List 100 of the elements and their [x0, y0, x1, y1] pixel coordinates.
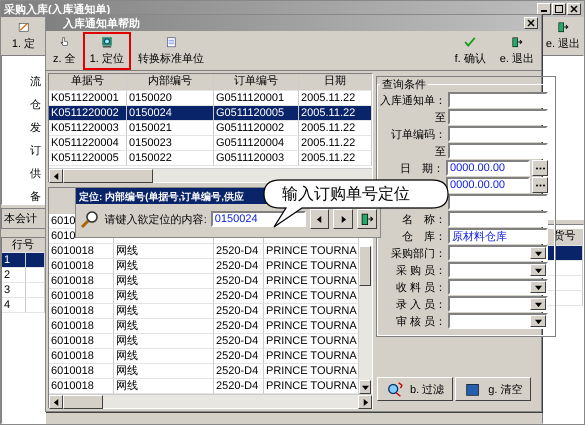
door-exit-icon — [360, 212, 374, 226]
toolbar-button[interactable]: f. 确认 — [448, 32, 493, 70]
minimize-button[interactable] — [537, 3, 551, 15]
toolbar-button[interactable]: 转换标准单位 — [130, 32, 211, 70]
table-cell: 6010018 — [49, 304, 114, 319]
down-arrow-icon — [534, 250, 542, 256]
date-picker-button[interactable] — [532, 177, 548, 193]
table-cell: 2520-D4 — [214, 349, 264, 364]
field-label: 收 料 员： — [396, 280, 446, 294]
toolbar-button[interactable]: 1. 定 — [1, 17, 46, 55]
table-cell: 网线 — [114, 319, 214, 334]
table-row[interactable]: K0511220004 0150023 G0511120004 2005.11.22 — [49, 136, 372, 151]
dropdown-field[interactable] — [448, 245, 548, 261]
table-cell: 6010018 — [49, 349, 114, 364]
field-label: 入库通知单： — [380, 94, 446, 108]
close-button[interactable] — [524, 17, 538, 29]
table-cell: 网线 — [114, 379, 214, 394]
table-cell: 2520-D4 — [214, 319, 264, 334]
ellipsis-icon — [536, 166, 544, 170]
form-label: 备 — [30, 190, 41, 204]
toolbar-button[interactable]: 1. 定位 — [82, 32, 131, 70]
date-field[interactable]: 0000.00.00 — [446, 177, 530, 193]
column-header: 内部编号 — [127, 74, 214, 91]
field-label: 日 期： — [400, 162, 444, 176]
table-cell: PRINCE TOURNA — [264, 274, 359, 289]
dropdown-field[interactable] — [448, 313, 548, 329]
table-cell: 2520-D4 — [214, 304, 264, 319]
ellipsis-icon — [536, 184, 544, 186]
maximize-button[interactable] — [552, 3, 566, 15]
scrollbar-thumb[interactable] — [359, 246, 371, 286]
callout-text: 输入订购单号定位 — [282, 184, 410, 205]
column-header: 订单编号 — [214, 74, 299, 91]
table-cell: 6010018 — [49, 259, 114, 274]
date-field[interactable]: 0000.00.00 — [446, 160, 530, 176]
magnifier-arrows-icon — [386, 380, 404, 398]
input-field[interactable] — [448, 92, 548, 108]
table-cell: 2520-D4 — [214, 364, 264, 379]
field-label: 至 — [435, 110, 446, 124]
search-icon — [80, 209, 100, 229]
table-cell: 网线 — [114, 259, 214, 274]
action-button[interactable]: b. 过滤 — [377, 377, 454, 401]
previous-button[interactable] — [310, 209, 330, 229]
close-icon — [527, 19, 535, 27]
table-cell: 网线 — [114, 334, 214, 349]
form-label: 流 — [30, 74, 41, 89]
input-field[interactable] — [448, 126, 548, 142]
table-cell: 2520-D4 — [214, 244, 264, 259]
field-label: 订单编码： — [391, 128, 446, 142]
close-button[interactable] — [567, 3, 581, 15]
horizontal-scrollbar[interactable] — [49, 394, 372, 408]
field-label: 名 称： — [402, 212, 446, 226]
period-tab[interactable]: 本会计 — [1, 208, 46, 229]
down-arrow-icon — [534, 300, 542, 308]
down-arrow-icon — [534, 318, 542, 324]
table-cell: 2520-D4 — [214, 259, 264, 274]
field-label: 仓 库： — [402, 230, 446, 244]
table-cell: PRINCE TOURNA — [264, 334, 359, 349]
scrollbar-thumb[interactable] — [63, 395, 103, 409]
right-arrow-icon — [362, 398, 368, 406]
table-cell: PRINCE TOURNA — [264, 379, 359, 394]
table-row[interactable]: K0511220003 0150021 G0511120002 2005.11.22 — [49, 121, 372, 136]
field-label: 至 — [435, 144, 446, 158]
down-arrow-icon — [534, 284, 542, 290]
right-arrow-icon — [340, 216, 347, 222]
table-cell: 网线 — [114, 364, 214, 379]
toolbar-button[interactable]: e. 退出 — [492, 32, 541, 70]
table-cell: 2520-D4 — [214, 379, 264, 394]
locate-input[interactable]: 0150024 — [210, 211, 306, 227]
left-arrow-icon — [52, 398, 60, 406]
table-row[interactable]: K0511220002 0150024 G0511120005 2005.11.22 — [49, 106, 372, 121]
vertical-scrollbar[interactable] — [359, 246, 372, 394]
table-cell: 2520-D4 — [214, 274, 264, 289]
dropdown-field[interactable] — [448, 279, 548, 295]
dropdown-field[interactable] — [448, 262, 548, 278]
table-row[interactable]: K0511220005 0150022 G0511120003 2005.11.22 — [49, 151, 372, 166]
column-header: 行号 — [2, 238, 45, 253]
table-cell: 2520-D4 — [214, 289, 264, 304]
exit-button[interactable] — [357, 209, 378, 229]
input-field[interactable] — [448, 143, 548, 159]
input-field[interactable]: 原材料仓库 — [448, 228, 548, 244]
next-button[interactable] — [333, 209, 354, 229]
table-cell: 网线 — [114, 274, 214, 289]
table-cell: 网线 — [114, 289, 214, 304]
table-cell: 6010018 — [49, 379, 114, 394]
dropdown-field[interactable] — [448, 296, 548, 312]
input-field[interactable] — [448, 211, 548, 227]
action-button[interactable]: g. 清空 — [455, 377, 532, 401]
table-row[interactable]: K0511220001 0150020 G0511120001 2005.11.22 — [49, 91, 372, 106]
table-cell: PRINCE TOURNA — [264, 364, 359, 379]
form-label: 仓 — [30, 98, 41, 112]
input-field[interactable] — [448, 194, 548, 210]
date-picker-button[interactable] — [532, 160, 548, 176]
toolbar-button[interactable]: z. 全 — [46, 32, 83, 70]
table-cell: PRINCE TOURNA — [264, 304, 359, 319]
dialog-title: 入库通知单帮助 — [62, 16, 140, 30]
toolbar-button[interactable]: e. 退出 — [542, 17, 584, 55]
horizontal-scrollbar[interactable] — [49, 168, 372, 182]
scrollbar-thumb[interactable] — [63, 169, 153, 183]
table-cell: 2520-D4 — [214, 334, 264, 349]
input-field[interactable] — [448, 109, 548, 125]
